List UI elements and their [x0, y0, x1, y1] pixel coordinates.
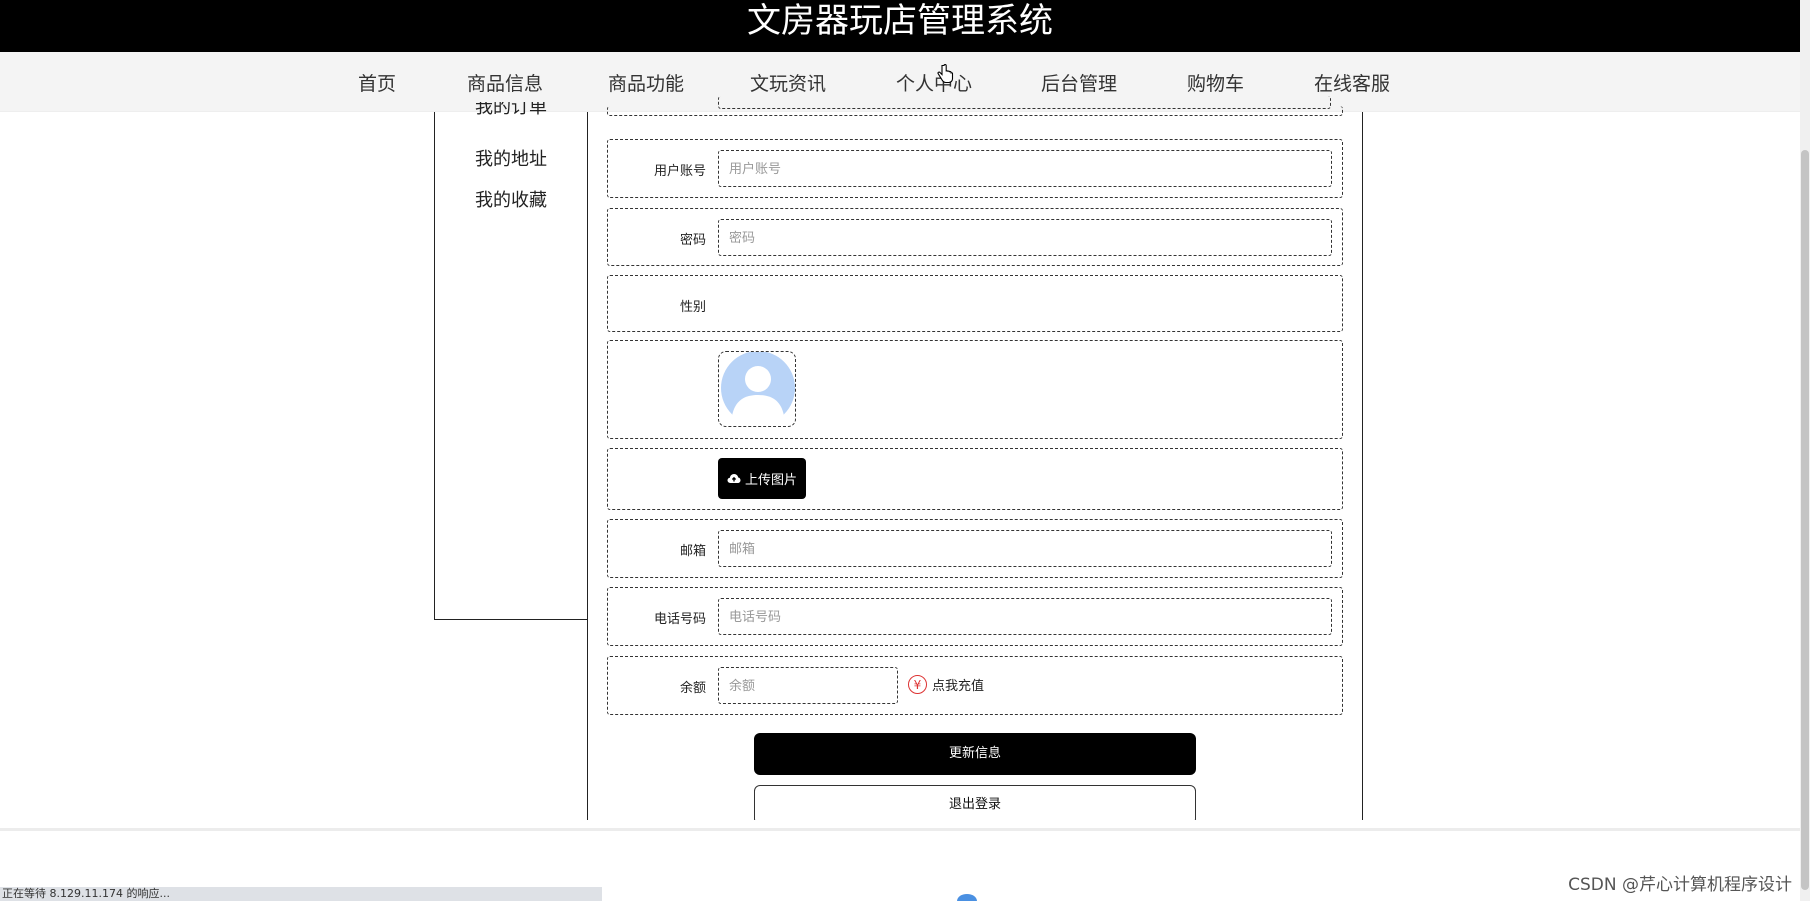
- form-row-upload: 上传图片: [607, 448, 1343, 510]
- sidebar-item-address[interactable]: 我的地址: [435, 145, 587, 171]
- form-row-gender: 性别: [607, 275, 1343, 332]
- user-avatar-icon: [721, 352, 795, 426]
- site-header: 文房器玩店管理系统: [0, 0, 1800, 52]
- yen-icon: ¥: [908, 675, 927, 694]
- upload-label: 上传图片: [744, 473, 797, 488]
- recharge-label: 点我充值: [932, 679, 985, 694]
- nav-item-products[interactable]: 商品信息: [467, 69, 543, 96]
- user-sidebar: 我的订单 我的地址 我的收藏: [434, 102, 588, 620]
- page: 文房器玩店管理系统 首页 商品信息 商品功能 文玩资讯 个人中心 后台管理 购物…: [0, 0, 1810, 901]
- page-scrollbar[interactable]: [1800, 0, 1810, 901]
- form-row-account: 用户账号: [607, 139, 1343, 198]
- form-row-balance: 余额 ¥ 点我充值: [607, 656, 1343, 715]
- sidebar-item-favorites[interactable]: 我的收藏: [435, 186, 587, 212]
- form-row-password: 密码: [607, 208, 1343, 266]
- account-label: 用户账号: [653, 164, 706, 179]
- nav-item-customer-service[interactable]: 在线客服: [1314, 69, 1390, 96]
- update-info-button[interactable]: 更新信息: [754, 733, 1196, 775]
- form-row-hidden: [607, 96, 1343, 116]
- form-row-phone: 电话号码: [607, 587, 1343, 646]
- hidden-input[interactable]: [718, 96, 1331, 109]
- footer-divider: [0, 828, 1800, 831]
- cloud-upload-icon: [727, 474, 741, 483]
- nav-item-cart[interactable]: 购物车: [1187, 69, 1244, 96]
- email-label: 邮箱: [679, 544, 706, 559]
- password-input[interactable]: [718, 219, 1332, 256]
- nav-item-personal-center[interactable]: 个人中心: [896, 69, 972, 96]
- nav-item-admin[interactable]: 后台管理: [1041, 69, 1117, 96]
- nav-item-home[interactable]: 首页: [358, 69, 396, 96]
- profile-form: 用户账号 密码 性别: [587, 96, 1363, 840]
- account-input[interactable]: [718, 150, 1332, 187]
- form-row-avatar: [607, 340, 1343, 439]
- avatar[interactable]: [718, 351, 796, 427]
- sidebar-item-orders[interactable]: 我的订单: [435, 102, 587, 116]
- hand-cursor-icon: [937, 64, 954, 84]
- phone-label: 电话号码: [653, 612, 706, 627]
- balance-label: 余额: [679, 681, 706, 696]
- site-title: 文房器玩店管理系统: [747, 1, 1053, 41]
- main-left-border: [587, 112, 588, 820]
- browser-status-bar: 正在等待 8.129.11.174 的响应...: [0, 887, 602, 901]
- password-label: 密码: [679, 233, 706, 248]
- email-input[interactable]: [718, 530, 1332, 567]
- recharge-link[interactable]: ¥ 点我充值: [908, 675, 984, 694]
- balance-input[interactable]: [718, 667, 898, 704]
- loading-indicator-icon: [957, 894, 977, 901]
- form-row-email: 邮箱: [607, 519, 1343, 578]
- sidebar-item-label: 我的订单: [475, 102, 547, 116]
- watermark: CSDN @芹心计算机程序设计: [1568, 875, 1792, 895]
- scrollbar-thumb[interactable]: [1801, 150, 1809, 890]
- upload-image-button[interactable]: 上传图片: [718, 458, 806, 499]
- gender-label: 性别: [679, 300, 706, 315]
- nav-item-news[interactable]: 文玩资讯: [750, 69, 826, 96]
- nav-item-product-features[interactable]: 商品功能: [608, 69, 684, 96]
- logout-button[interactable]: 退出登录: [754, 785, 1196, 825]
- phone-input[interactable]: [718, 598, 1332, 635]
